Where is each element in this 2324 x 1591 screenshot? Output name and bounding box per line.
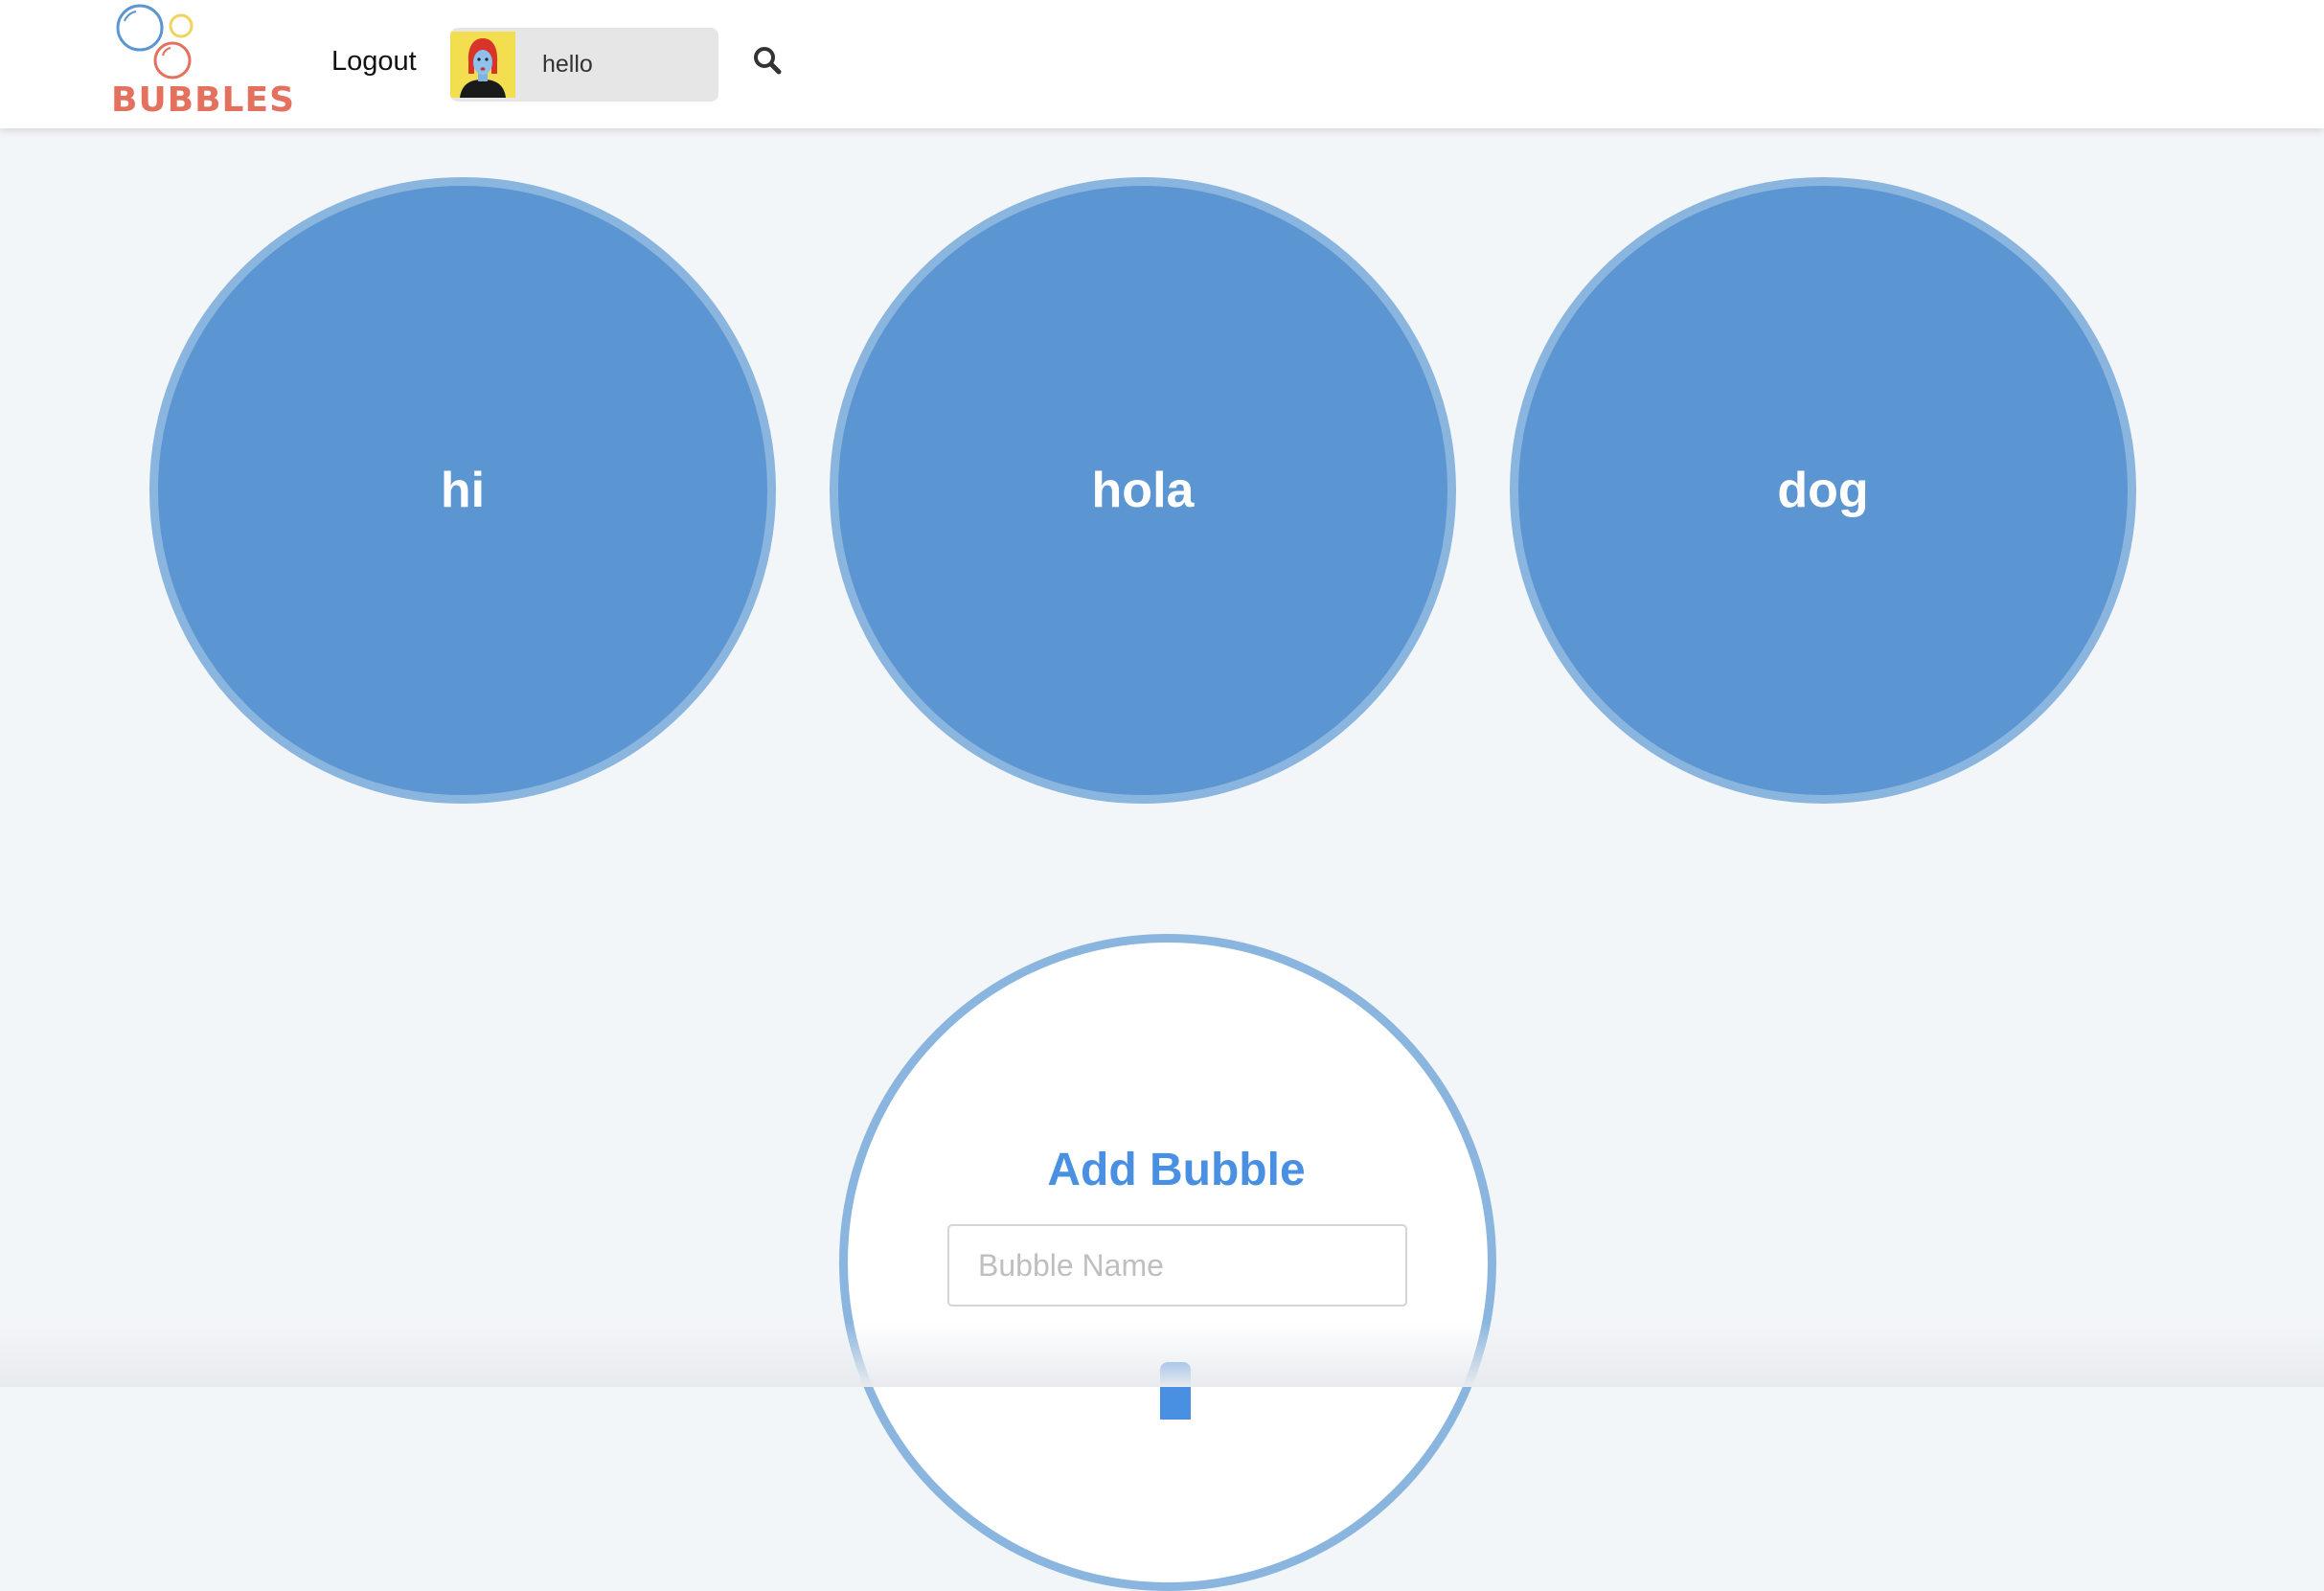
search-icon	[754, 47, 782, 75]
bubble-label: hi	[440, 463, 486, 518]
bubble-card[interactable]: hi	[149, 177, 776, 804]
logo-text: BUBBLES	[111, 80, 296, 120]
bubble-card[interactable]: dog	[1510, 177, 2136, 804]
profile-username: hello	[542, 51, 593, 78]
profile-chip[interactable]: hello	[450, 28, 718, 102]
logout-link[interactable]: Logout	[331, 46, 417, 78]
bubble-label: dog	[1777, 463, 1869, 518]
avatar	[450, 32, 515, 98]
search-button[interactable]	[751, 44, 786, 79]
bubble-label: hola	[1091, 463, 1195, 518]
add-bubble-submit-button[interactable]	[1160, 1362, 1191, 1420]
bubble-name-input[interactable]	[947, 1224, 1407, 1307]
bubbles-logo-icon	[116, 4, 194, 80]
add-bubble-form: Add Bubble	[839, 934, 1496, 1591]
bubble-card[interactable]: hola	[830, 177, 1456, 804]
top-nav-bar: BUBBLES Logout hello	[0, 0, 2324, 128]
bubbles-logo[interactable]: BUBBLES	[107, 0, 303, 123]
add-bubble-title: Add Bubble	[1047, 1145, 1306, 1195]
